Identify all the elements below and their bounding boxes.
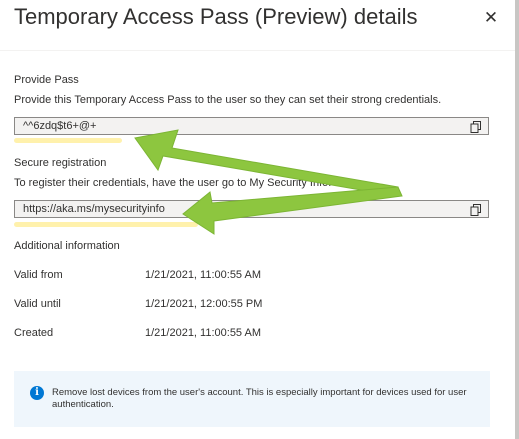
- pass-value[interactable]: ^^6zdq$t6+@+: [23, 120, 96, 132]
- info-icon: i: [30, 386, 44, 400]
- additional-info-heading: Additional information: [14, 240, 120, 252]
- valid-until-label: Valid until: [14, 298, 61, 310]
- secure-registration-description: To register their credentials, have the …: [14, 177, 332, 189]
- provide-pass-description: Provide this Temporary Access Pass to th…: [14, 94, 442, 106]
- panel-edge: [515, 0, 519, 439]
- valid-until-value: 1/21/2021, 12:00:55 PM: [145, 298, 263, 310]
- panel-title: Temporary Access Pass (Preview) details: [14, 4, 418, 29]
- pass-field[interactable]: ^^6zdq$t6+@+: [14, 117, 489, 135]
- header-divider: [0, 50, 515, 51]
- valid-from-label: Valid from: [14, 269, 63, 281]
- valid-from-value: 1/21/2021, 11:00:55 AM: [145, 269, 261, 281]
- info-banner: i Remove lost devices from the user's ac…: [14, 371, 490, 427]
- registration-url-value[interactable]: https://aka.ms/mysecurityinfo: [23, 203, 165, 215]
- close-icon[interactable]: ✕: [480, 7, 502, 29]
- registration-url-field[interactable]: https://aka.ms/mysecurityinfo: [14, 200, 489, 218]
- info-banner-text: Remove lost devices from the user's acco…: [52, 387, 467, 410]
- copy-icon[interactable]: [470, 120, 482, 133]
- pass-highlight: [14, 138, 122, 143]
- provide-pass-label: Provide Pass: [14, 74, 79, 86]
- created-label: Created: [14, 327, 54, 339]
- created-value: 1/21/2021, 11:00:55 AM: [145, 327, 261, 339]
- details-panel: Temporary Access Pass (Preview) details …: [0, 0, 515, 439]
- secure-registration-label: Secure registration: [14, 157, 107, 169]
- copy-icon[interactable]: [470, 203, 482, 216]
- url-highlight: [14, 222, 198, 227]
